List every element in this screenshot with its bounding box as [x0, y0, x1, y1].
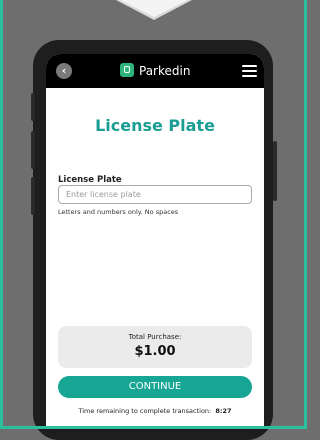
phone-side-button [31, 177, 35, 215]
license-plate-hint: Letters and numbers only. No spaces [58, 208, 179, 216]
hamburger-menu-icon[interactable] [242, 65, 257, 77]
total-purchase-label: Total Purchase: [128, 333, 182, 341]
time-remaining: Time remaining to complete transaction: … [46, 407, 264, 415]
continue-button[interactable]: CONTINUE [58, 376, 252, 398]
page-title: License Plate [95, 116, 215, 135]
brand-name: Parkedin [139, 64, 191, 78]
parkedin-logo-icon [120, 63, 134, 77]
license-plate-input[interactable] [58, 185, 252, 204]
top-bar: ‹ Parkedin [46, 54, 264, 88]
time-remaining-label: Time remaining to complete transaction: [78, 407, 212, 415]
phone-power-button [273, 141, 277, 201]
total-purchase-box: Total Purchase: $1.00 [58, 326, 252, 368]
phone-side-button [31, 93, 35, 121]
chevron-left-icon[interactable]: ‹ [56, 63, 72, 79]
time-remaining-value: 8:27 [215, 407, 232, 415]
app-screen: ‹ Parkedin License Plate License Plate L… [46, 54, 264, 429]
license-plate-label: License Plate [58, 175, 122, 185]
pointer-notch-inner [120, 0, 188, 17]
phone-side-button [31, 131, 35, 169]
total-purchase-amount: $1.00 [134, 344, 176, 359]
